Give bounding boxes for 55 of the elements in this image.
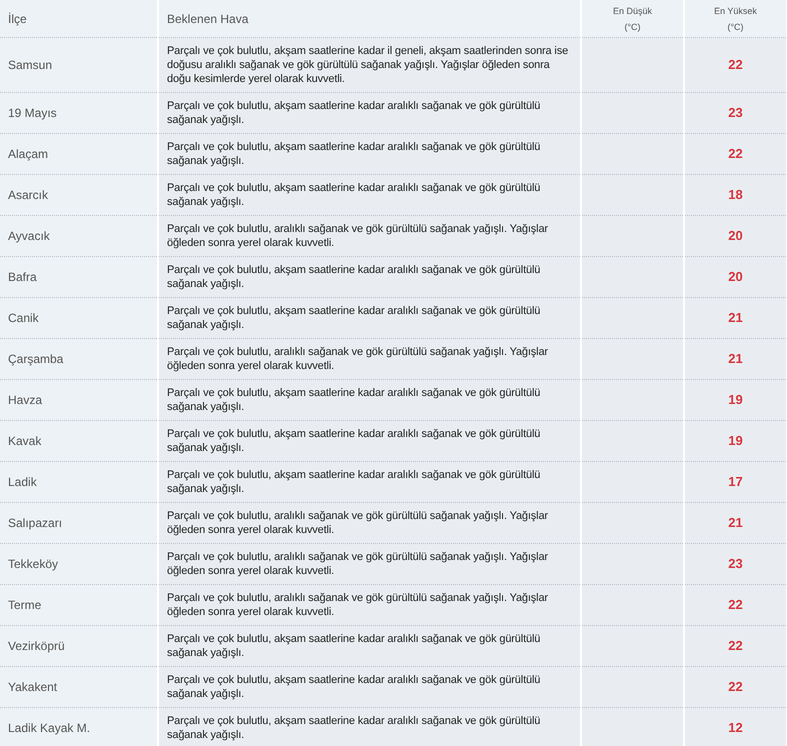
- table-cell: 18: [684, 174, 787, 216]
- table-cell: Parçalı ve çok bulutlu, aralıklı sağanak ve gök gürültülü sağanak yağışlı. Yağışlar öğleden sonra yerel olarak kuvvetli.: [158, 216, 581, 256]
- table-cell: Canik: [0, 298, 158, 338]
- table-cell: 19 Mayıs: [0, 92, 158, 134]
- table-cell: Parçalı ve çok bulutlu, akşam saatlerine kadar aralıklı sağanak ve gök gürültülü sağanak yağışlı.: [158, 92, 581, 134]
- table-cell: Parçalı ve çok bulutlu, akşam saatlerine kadar aralıklı sağanak ve gök gürültülü sağanak yağışlı.: [158, 420, 581, 462]
- table-cell: Parçalı ve çok bulutlu, akşam saatlerine kadar aralıklı sağanak ve gök gürültülü sağanak yağışlı.: [158, 134, 581, 174]
- table-cell: 22: [684, 134, 787, 174]
- table-cell: Asarcık: [0, 174, 158, 216]
- table-cell: Ladik: [0, 462, 158, 502]
- table-cell: 23: [684, 544, 787, 584]
- table-cell: 21: [684, 502, 787, 544]
- table-cell: 22: [684, 38, 787, 92]
- table-cell: 19: [684, 420, 787, 462]
- column-header: Beklenen Hava: [158, 0, 581, 38]
- table-cell: Parçalı ve çok bulutlu, akşam saatlerine kadar aralıklı sağanak ve gök gürültülü sağanak yağışlı.: [158, 666, 581, 708]
- table-cell: Bafra: [0, 256, 158, 298]
- table-cell: Parçalı ve çok bulutlu, akşam saatlerine kadar aralıklı sağanak ve gök gürültülü sağanak yağışlı.: [158, 708, 581, 746]
- table-cell: 17: [684, 462, 787, 502]
- table-cell: Parçalı ve çok bulutlu, aralıklı sağanak ve gök gürültülü sağanak yağışlı. Yağışlar öğleden sonra yerel olarak kuvvetli.: [158, 584, 581, 626]
- table-cell: Alaçam: [0, 134, 158, 174]
- table-cell: Parçalı ve çok bulutlu, akşam saatlerine kadar aralıklı sağanak ve gök gürültülü sağanak yağışlı.: [158, 380, 581, 420]
- column-header: En Düşük (°C): [581, 0, 684, 38]
- table-cell: Parçalı ve çok bulutlu, akşam saatlerine kadar aralıklı sağanak ve gök gürültülü sağanak yağışlı.: [158, 298, 581, 338]
- table-cell: Ladik Kayak M.: [0, 708, 158, 746]
- table-cell: 20: [684, 256, 787, 298]
- table-cell: 21: [684, 338, 787, 380]
- table-cell: Parçalı ve çok bulutlu, akşam saatlerine kadar il geneli, akşam saatlerinden sonra ise doğusu aralıklı sağanak ve gök gürültülü sağanak yağışlı. Yağışlar öğleden sonra doğu kesimlerde yerel olarak kuvvetli.: [158, 38, 581, 92]
- table-cell: Ayvacık: [0, 216, 158, 256]
- column-header: En Yüksek (°C): [684, 0, 787, 38]
- table-cell: 20: [684, 216, 787, 256]
- table-cell: Çarşamba: [0, 338, 158, 380]
- table-cell: Yakakent: [0, 666, 158, 708]
- table-cell: Kavak: [0, 420, 158, 462]
- column-header: İlçe: [0, 0, 158, 38]
- table-cell: Parçalı ve çok bulutlu, akşam saatlerine kadar aralıklı sağanak ve gök gürültülü sağanak yağışlı.: [158, 256, 581, 298]
- table-cell: Parçalı ve çok bulutlu, aralıklı sağanak ve gök gürültülü sağanak yağışlı. Yağışlar öğleden sonra yerel olarak kuvvetli.: [158, 544, 581, 584]
- table-cell: Parçalı ve çok bulutlu, akşam saatlerine kadar aralıklı sağanak ve gök gürültülü sağanak yağışlı.: [158, 626, 581, 666]
- table-cell: 19: [684, 380, 787, 420]
- table-cell: Salıpazarı: [0, 502, 158, 544]
- table-cell: Havza: [0, 380, 158, 420]
- table-cell: 12: [684, 708, 787, 746]
- table-cell: Terme: [0, 584, 158, 626]
- table-cell: Parçalı ve çok bulutlu, aralıklı sağanak ve gök gürültülü sağanak yağışlı. Yağışlar öğleden sonra yerel olarak kuvvetli.: [158, 338, 581, 380]
- table-cell: Parçalı ve çok bulutlu, akşam saatlerine kadar aralıklı sağanak ve gök gürültülü sağanak yağışlı.: [158, 462, 581, 502]
- table-cell: Vezirköprü: [0, 626, 158, 666]
- table-cell: 21: [684, 298, 787, 338]
- table-cell: Parçalı ve çok bulutlu, aralıklı sağanak ve gök gürültülü sağanak yağışlı. Yağışlar öğleden sonra yerel olarak kuvvetli.: [158, 502, 581, 544]
- table-cell: 22: [684, 666, 787, 708]
- table-cell: 23: [684, 92, 787, 134]
- table-cell: Parçalı ve çok bulutlu, akşam saatlerine kadar aralıklı sağanak ve gök gürültülü sağanak yağışlı.: [158, 174, 581, 216]
- table-cell: 22: [684, 626, 787, 666]
- table-cell: Samsun: [0, 38, 158, 92]
- table-cell: 22: [684, 584, 787, 626]
- table-cell: Tekkeköy: [0, 544, 158, 584]
